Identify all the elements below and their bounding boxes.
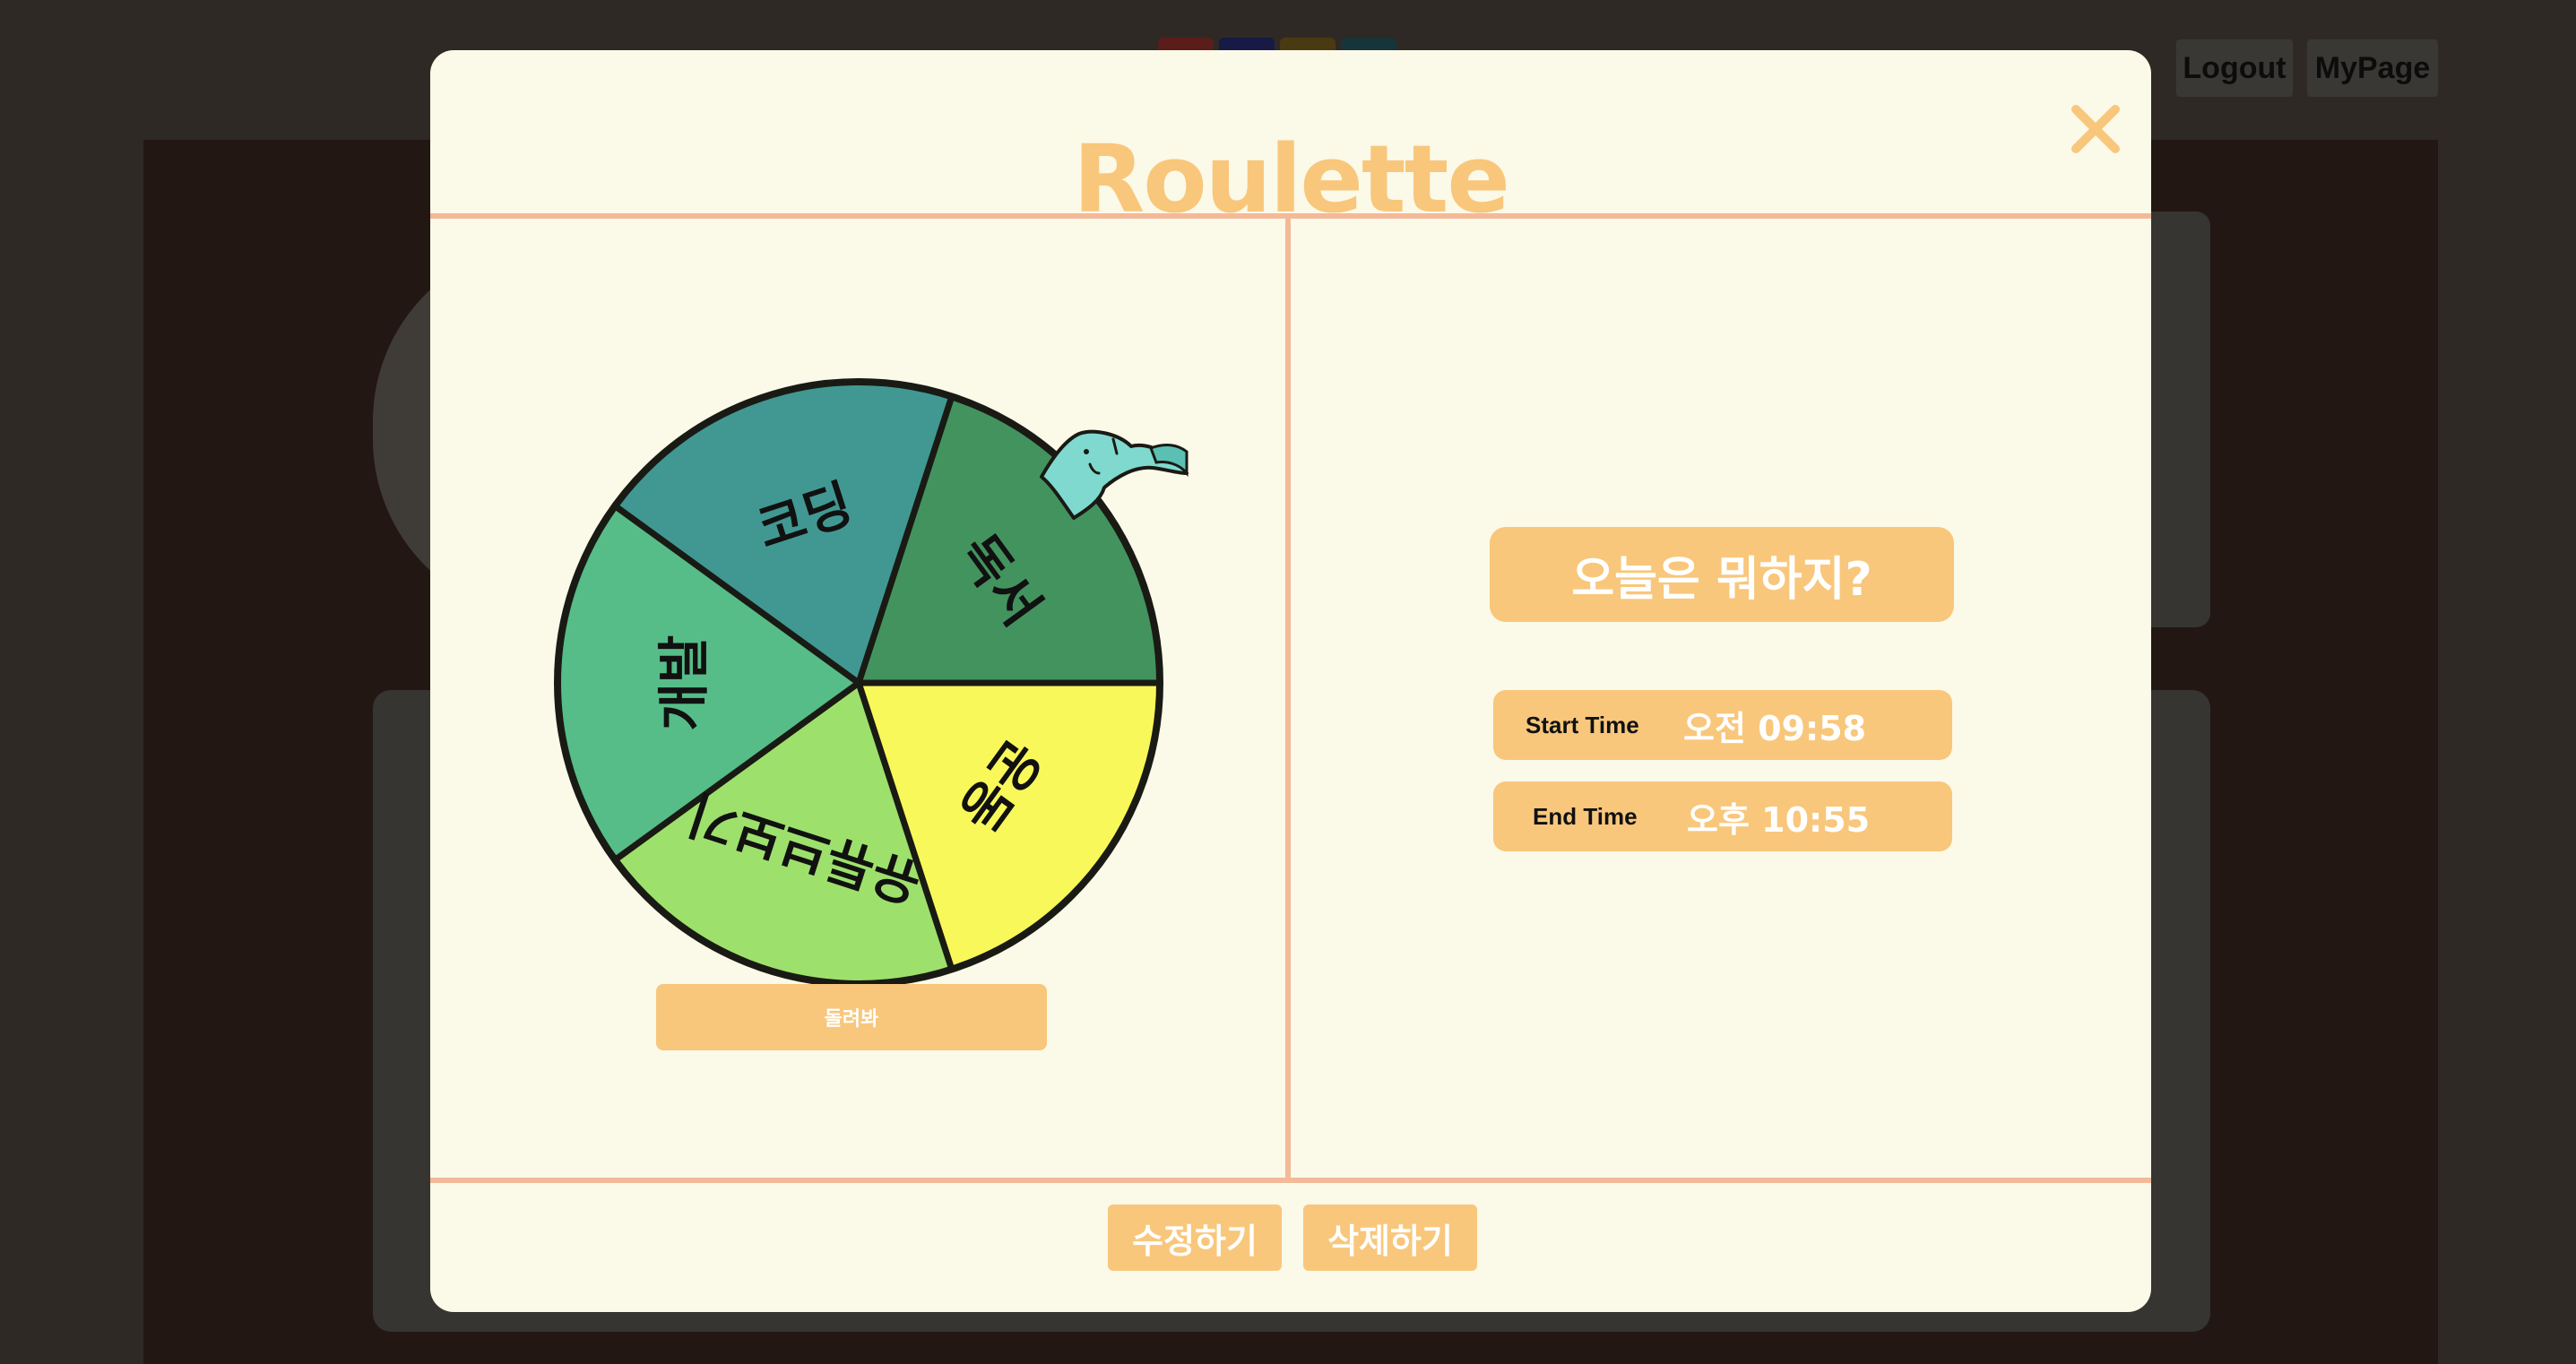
start-time-field[interactable]: Start Time 오전 09:58 bbox=[1493, 690, 1952, 760]
close-icon bbox=[2071, 105, 2120, 153]
modal-title: Roulette bbox=[1073, 125, 1510, 234]
roulette-modal: Roulette 독서 운동 유튜브보기 개발 코딩 돌려봐 오늘은 뭐하지? Star… bbox=[430, 50, 2151, 1312]
header-divider bbox=[430, 213, 2151, 219]
spin-button[interactable]: 돌려봐 bbox=[656, 984, 1047, 1050]
close-button[interactable] bbox=[2067, 100, 2124, 158]
footer-divider bbox=[430, 1178, 2151, 1183]
mypage-button[interactable]: MyPage bbox=[2307, 39, 2438, 97]
edit-button[interactable]: 수정하기 bbox=[1108, 1204, 1282, 1271]
end-time-label: End Time bbox=[1533, 802, 1638, 830]
start-time-value: 오전 09:58 bbox=[1683, 708, 1867, 748]
delete-button[interactable]: 삭제하기 bbox=[1303, 1204, 1477, 1271]
question-label: 오늘은 뭐하지? bbox=[1490, 527, 1954, 622]
dinosaur-pointer-icon bbox=[1040, 429, 1189, 520]
wheel-segment-label: 개발 bbox=[653, 635, 714, 731]
end-time-field[interactable]: End Time 오후 10:55 bbox=[1493, 781, 1952, 851]
end-time-value: 오후 10:55 bbox=[1687, 799, 1871, 840]
roulette-wheel[interactable]: 독서운동유튜브보기개발코딩 bbox=[550, 342, 1468, 1023]
logout-button[interactable]: Logout bbox=[2176, 39, 2293, 97]
start-time-label: Start Time bbox=[1526, 711, 1639, 738]
